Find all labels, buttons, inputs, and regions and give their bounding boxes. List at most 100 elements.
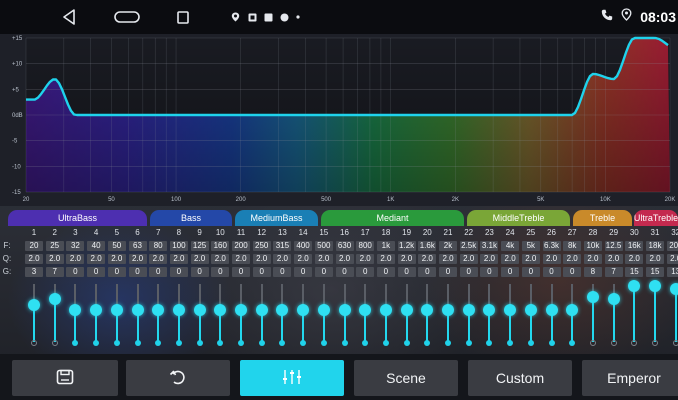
band-enable-dot[interactable] [300,340,307,346]
slider-knob[interactable] [607,292,620,305]
band-enable-dot[interactable] [279,340,286,346]
band-q-value[interactable]: 2.0 [190,254,209,264]
band-label-bass[interactable]: Bass [150,210,232,226]
band-enable-dot[interactable] [155,340,162,346]
band-frequency[interactable]: 500 [314,241,333,251]
slider-knob[interactable] [545,304,558,316]
band-slider[interactable] [233,280,249,350]
band-slider[interactable] [88,280,104,350]
band-enable-dot[interactable] [31,340,37,346]
band-q-value[interactable]: 2.0 [294,254,313,264]
band-frequency[interactable]: 8k [563,241,582,251]
slider-knob[interactable] [214,304,227,316]
band-q-value[interactable]: 2.0 [646,254,664,264]
band-q-value[interactable]: 2.0 [211,254,230,264]
band-q-value[interactable]: 2.0 [521,254,540,264]
band-q-value[interactable]: 2.0 [273,254,292,264]
band-frequency[interactable]: 630 [335,241,354,251]
slider-knob[interactable] [255,304,268,316]
band-frequency[interactable]: 160 [211,241,230,251]
band-enable-dot[interactable] [51,340,58,346]
slider-knob[interactable] [504,304,517,316]
band-frequency[interactable]: 6.3k [542,241,561,251]
band-frequency[interactable]: 2k [439,241,457,251]
band-q-value[interactable]: 2.0 [128,254,147,264]
band-gain-value[interactable]: 7 [45,267,64,277]
band-gain-value[interactable]: 0 [66,267,85,277]
band-enable-dot[interactable] [548,340,555,346]
back-icon[interactable] [56,4,82,30]
band-q-value[interactable]: 2.0 [107,254,126,264]
slider-knob[interactable] [669,283,678,296]
slider-knob[interactable] [338,304,351,316]
band-q-value[interactable]: 2.0 [418,254,437,264]
band-label-ultrabass[interactable]: UltraBass [8,210,147,226]
band-enable-dot[interactable] [631,340,638,346]
band-frequency[interactable]: 1.6k [418,241,437,251]
band-enable-dot[interactable] [238,340,244,346]
band-enable-dot[interactable] [527,340,534,346]
band-slider[interactable] [585,280,601,350]
band-enable-dot[interactable] [196,340,203,346]
band-frequency[interactable]: 20k [666,241,678,251]
band-slider[interactable] [212,280,228,350]
band-gain-value[interactable]: 0 [273,267,292,277]
slider-knob[interactable] [649,280,661,292]
band-enable-dot[interactable] [589,340,596,346]
band-label-middletreble[interactable]: MiddleTreble [467,210,570,226]
band-q-value[interactable]: 2.0 [169,254,188,264]
slider-knob[interactable] [566,304,579,316]
band-slider[interactable] [523,280,539,350]
band-gain-value[interactable]: 0 [314,267,333,277]
slider-knob[interactable] [193,304,206,316]
band-gain-value[interactable]: 0 [294,267,313,277]
band-slider[interactable] [192,280,208,350]
band-gain-value[interactable]: 0 [252,267,271,277]
band-frequency[interactable]: 5k [521,241,540,251]
band-frequency[interactable]: 315 [273,241,292,251]
band-gain-value[interactable]: 0 [480,267,499,277]
band-label-mediant[interactable]: Mediant [321,210,464,226]
band-q-value[interactable]: 2.0 [66,254,85,264]
slider-knob[interactable] [235,304,247,316]
band-slider[interactable] [67,280,83,350]
band-slider[interactable] [606,280,622,350]
band-gain-value[interactable]: 7 [604,267,623,277]
band-slider[interactable] [274,280,290,350]
slider-knob[interactable] [628,280,641,292]
band-q-value[interactable]: 2.0 [149,254,168,264]
band-frequency[interactable]: 12.5 [604,241,623,251]
slider-knob[interactable] [131,304,144,316]
band-gain-value[interactable]: 15 [646,267,664,277]
band-enable-dot[interactable] [652,340,658,346]
band-slider[interactable] [316,280,332,350]
slider-knob[interactable] [90,304,103,316]
slider-knob[interactable] [400,304,413,316]
band-frequency[interactable]: 125 [190,241,209,251]
slider-knob[interactable] [524,304,537,316]
band-q-value[interactable]: 2.0 [376,254,395,264]
band-slider[interactable] [647,280,663,350]
band-q-value[interactable]: 2.0 [87,254,106,264]
slider-knob[interactable] [462,304,475,316]
band-gain-value[interactable]: 0 [521,267,540,277]
band-q-value[interactable]: 2.0 [335,254,354,264]
band-q-value[interactable]: 2.0 [25,254,43,264]
band-enable-dot[interactable] [72,340,79,346]
band-frequency[interactable]: 20 [25,241,43,251]
band-frequency[interactable]: 50 [107,241,126,251]
band-gain-value[interactable]: 0 [169,267,188,277]
band-gain-value[interactable]: 0 [439,267,457,277]
slider-knob[interactable] [317,304,330,316]
band-frequency[interactable]: 80 [149,241,168,251]
band-slider[interactable] [668,280,678,350]
band-enable-dot[interactable] [507,340,514,346]
band-q-value[interactable]: 2.0 [459,254,478,264]
slider-knob[interactable] [69,304,82,316]
home-icon[interactable] [112,4,142,30]
band-q-value[interactable]: 2.0 [45,254,64,264]
band-enable-dot[interactable] [175,340,182,346]
band-frequency[interactable]: 25 [45,241,64,251]
band-slider[interactable] [399,280,415,350]
band-gain-value[interactable]: 0 [459,267,478,277]
